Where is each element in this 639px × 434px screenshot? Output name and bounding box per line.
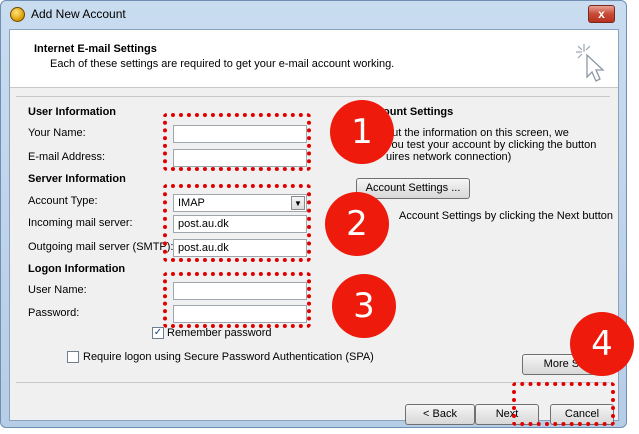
test-info-line3: uires network connection): [386, 151, 512, 163]
cursor-sparkle-icon: [576, 44, 605, 82]
remember-password-checkbox[interactable]: ✓: [152, 327, 164, 339]
auto-test-label: Account Settings by clicking the Next bu…: [399, 210, 614, 222]
callout-box-4: [512, 382, 615, 426]
dialog-window: Add New Account x Internet E-mail Settin…: [0, 0, 627, 428]
callout-box-1: [163, 113, 311, 171]
server-info-heading: Server Information: [28, 173, 126, 185]
back-button[interactable]: < Back: [405, 404, 475, 425]
incoming-server-label: Incoming mail server:: [28, 217, 133, 229]
outlook-app-icon: [10, 7, 25, 22]
email-label: E-mail Address:: [28, 151, 106, 163]
password-label: Password:: [28, 307, 80, 319]
callout-box-2: [163, 184, 311, 262]
logon-info-heading: Logon Information: [28, 263, 126, 275]
user-name-label: User Name:: [28, 284, 87, 296]
spa-checkbox[interactable]: [67, 351, 79, 363]
page-title: Internet E-mail Settings: [34, 43, 157, 55]
your-name-label: Your Name:: [28, 127, 86, 139]
close-button[interactable]: x: [588, 5, 615, 23]
callout-badge-1: 1: [330, 100, 394, 164]
outgoing-server-label: Outgoing mail server (SMTP):: [28, 241, 174, 253]
test-info-line1: out the information on this screen, we: [386, 127, 569, 139]
dialog-body: Internet E-mail Settings Each of these s…: [9, 29, 619, 425]
header-panel: Internet E-mail Settings Each of these s…: [10, 30, 618, 88]
account-type-label: Account Type:: [28, 195, 98, 207]
test-info-line2: you test your account by clicking the bu…: [386, 139, 597, 151]
window-title: Add New Account: [31, 7, 126, 21]
callout-box-3: [163, 272, 311, 328]
test-settings-heading: ount Settings: [383, 106, 454, 118]
callout-badge-4: 4: [570, 312, 634, 376]
title-bar: Add New Account x: [1, 1, 626, 27]
callout-badge-3: 3: [332, 274, 396, 338]
remember-password-label: Remember password: [167, 327, 272, 339]
callout-badge-2: 2: [325, 192, 389, 256]
spa-label: Require logon using Secure Password Auth…: [83, 351, 374, 363]
user-info-heading: User Information: [28, 106, 117, 118]
page-subtitle: Each of these settings are required to g…: [50, 58, 395, 70]
separator: [16, 96, 610, 97]
